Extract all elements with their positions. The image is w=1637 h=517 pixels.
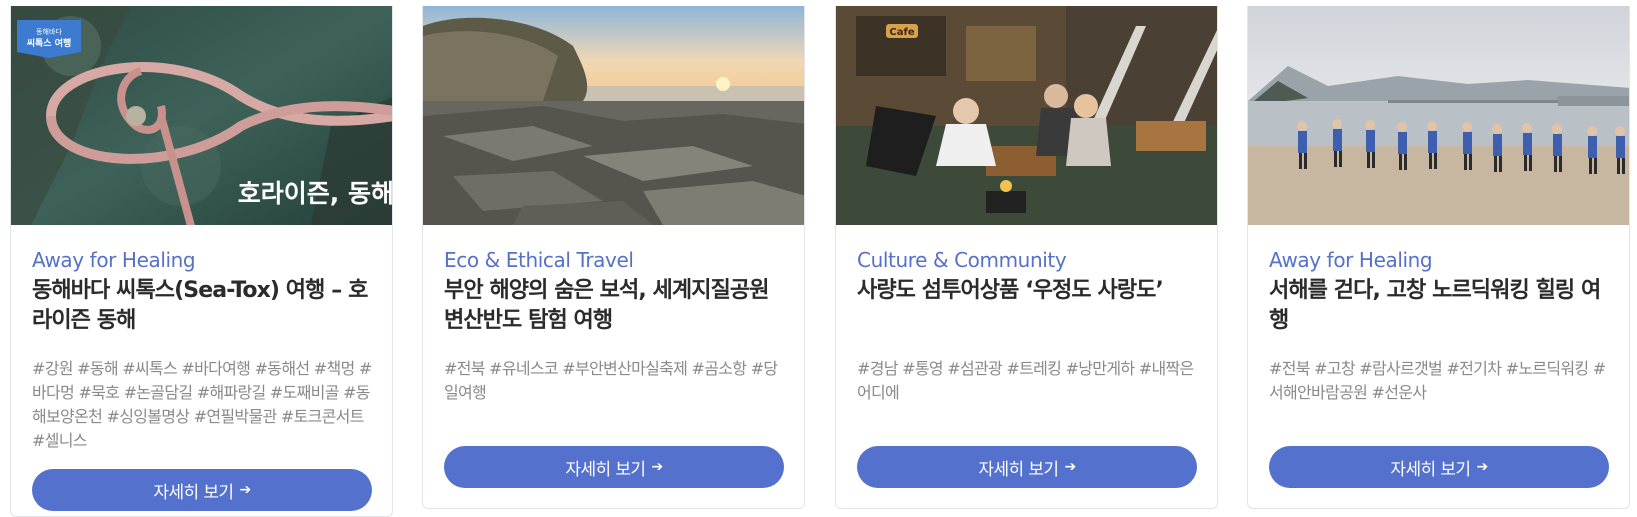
card-title[interactable]: 부안 해양의 숨은 보석, 세계지질공원 변산반도 탐험 여행 <box>444 276 784 336</box>
tour-card[interactable]: Away for Healing 서해를 걷다, 고창 노르딕워킹 힐링 여행 … <box>1247 6 1630 509</box>
card-category: Away for Healing <box>32 248 196 272</box>
arrow-right-icon: ➔ <box>239 482 251 498</box>
card-tags: #전북 #고창 #람사르갯벌 #전기차 #노르딕워킹 #서해안바람공원 #선운사 <box>1269 359 1606 402</box>
view-details-button[interactable]: 자세히 보기 ➔ <box>444 446 784 488</box>
tour-card[interactable]: 동해바다 씨톡스 여행 호라이즌, 동해 Away for Healing 동해… <box>10 6 393 517</box>
tour-card[interactable]: Cafe Culture & Community 사량도 섬투어상품 ‘우정도 … <box>835 6 1218 509</box>
button-label: 자세히 보기 <box>978 459 1059 480</box>
card-tags: #전북 #유네스코 #부안변산마실축제 #곰소항 #당일여행 <box>444 359 778 402</box>
card-category: Away for Healing <box>1269 248 1433 272</box>
button-label: 자세히 보기 <box>565 459 646 480</box>
card-title[interactable]: 사량도 섬투어상품 ‘우정도 사랑도’ <box>857 276 1197 306</box>
card-title[interactable]: 서해를 걷다, 고창 노르딕워킹 힐링 여행 <box>1269 276 1609 336</box>
arrow-right-icon: ➔ <box>651 459 663 475</box>
card-title[interactable]: 동해바다 씨톡스(Sea-Tox) 여행 – 호라이즌 동해 <box>32 276 372 336</box>
button-label: 자세히 보기 <box>153 482 234 503</box>
view-details-button[interactable]: 자세히 보기 ➔ <box>32 469 372 511</box>
arrow-right-icon: ➔ <box>1064 459 1076 475</box>
card-tags: #경남 #통영 #섬관광 #트레킹 #낭만게하 #내짝은어디에 <box>857 359 1194 402</box>
card-category: Culture & Community <box>857 248 1067 272</box>
button-label: 자세히 보기 <box>1390 459 1471 480</box>
arrow-right-icon: ➔ <box>1476 459 1488 475</box>
view-details-button[interactable]: 자세히 보기 ➔ <box>1269 446 1609 488</box>
tour-card[interactable]: Eco & Ethical Travel 부안 해양의 숨은 보석, 세계지질공… <box>422 6 805 509</box>
card-tags: #강원 #동해 #씨톡스 #바다여행 #동해선 #책멍 #바다멍 #묵호 #논골… <box>32 359 372 450</box>
view-details-button[interactable]: 자세히 보기 ➔ <box>857 446 1197 488</box>
card-category: Eco & Ethical Travel <box>444 248 634 272</box>
